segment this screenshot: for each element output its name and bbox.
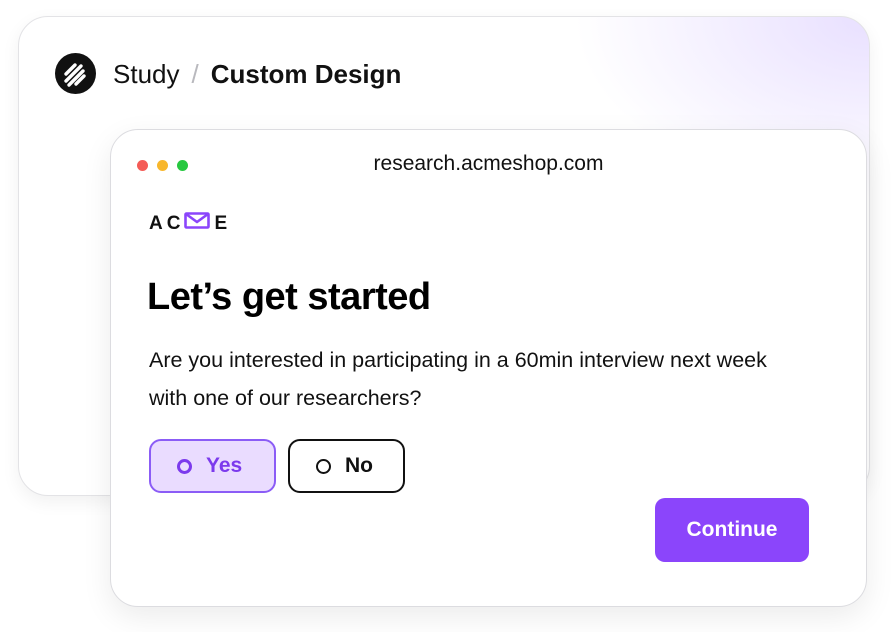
brand-text-left: AC <box>149 212 185 234</box>
breadcrumb: Study / Custom Design <box>113 57 401 91</box>
app-logo-icon[interactable] <box>55 53 96 94</box>
acme-logo: AC E <box>149 212 231 235</box>
option-yes-label: Yes <box>206 454 243 477</box>
breadcrumb-root[interactable]: Study <box>113 59 180 90</box>
option-no-label: No <box>345 454 373 477</box>
option-no[interactable]: No <box>288 439 405 493</box>
breadcrumb-separator: / <box>191 58 199 89</box>
continue-button[interactable]: Continue <box>655 498 809 562</box>
url-bar: research.acmeshop.com <box>111 152 866 176</box>
option-yes[interactable]: Yes <box>149 439 276 493</box>
breadcrumb-current: Custom Design <box>210 58 402 89</box>
browser-preview-window: research.acmeshop.com AC E Let’s get sta… <box>110 129 867 607</box>
survey-title: Let’s get started <box>147 276 431 318</box>
url-text: research.acmeshop.com <box>373 152 604 175</box>
radio-selected-icon[interactable] <box>177 458 192 474</box>
envelope-icon <box>184 212 211 235</box>
brand-text-right: E <box>214 212 232 234</box>
survey-question: Are you interested in participating in a… <box>149 348 767 410</box>
radio-unselected-icon[interactable] <box>316 458 331 474</box>
